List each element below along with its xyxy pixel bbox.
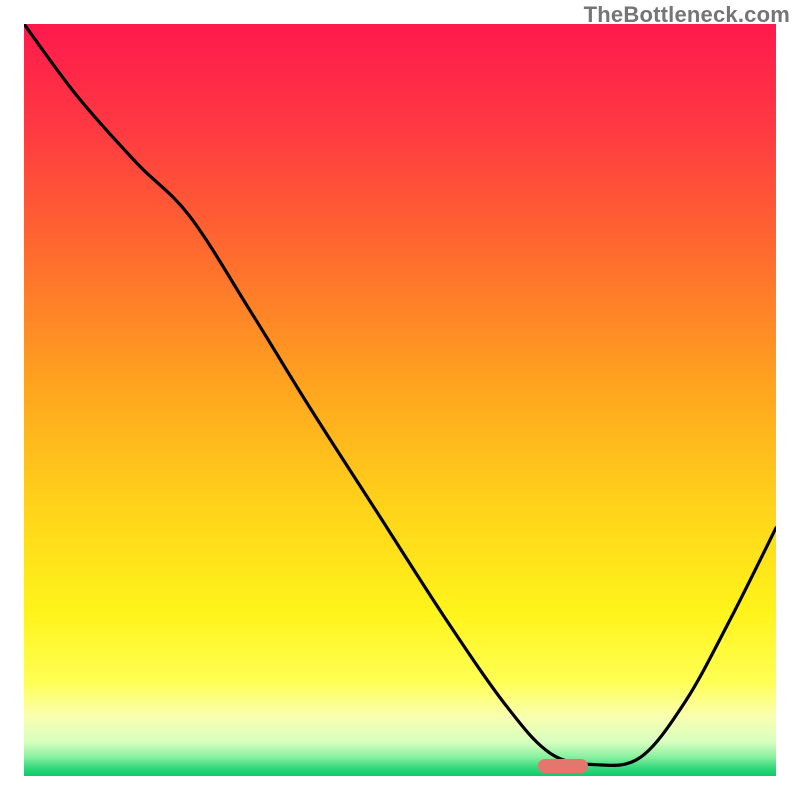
chart-stage: TheBottleneck.com xyxy=(0,0,800,800)
optimum-marker xyxy=(538,759,588,773)
background-gradient xyxy=(24,24,776,776)
